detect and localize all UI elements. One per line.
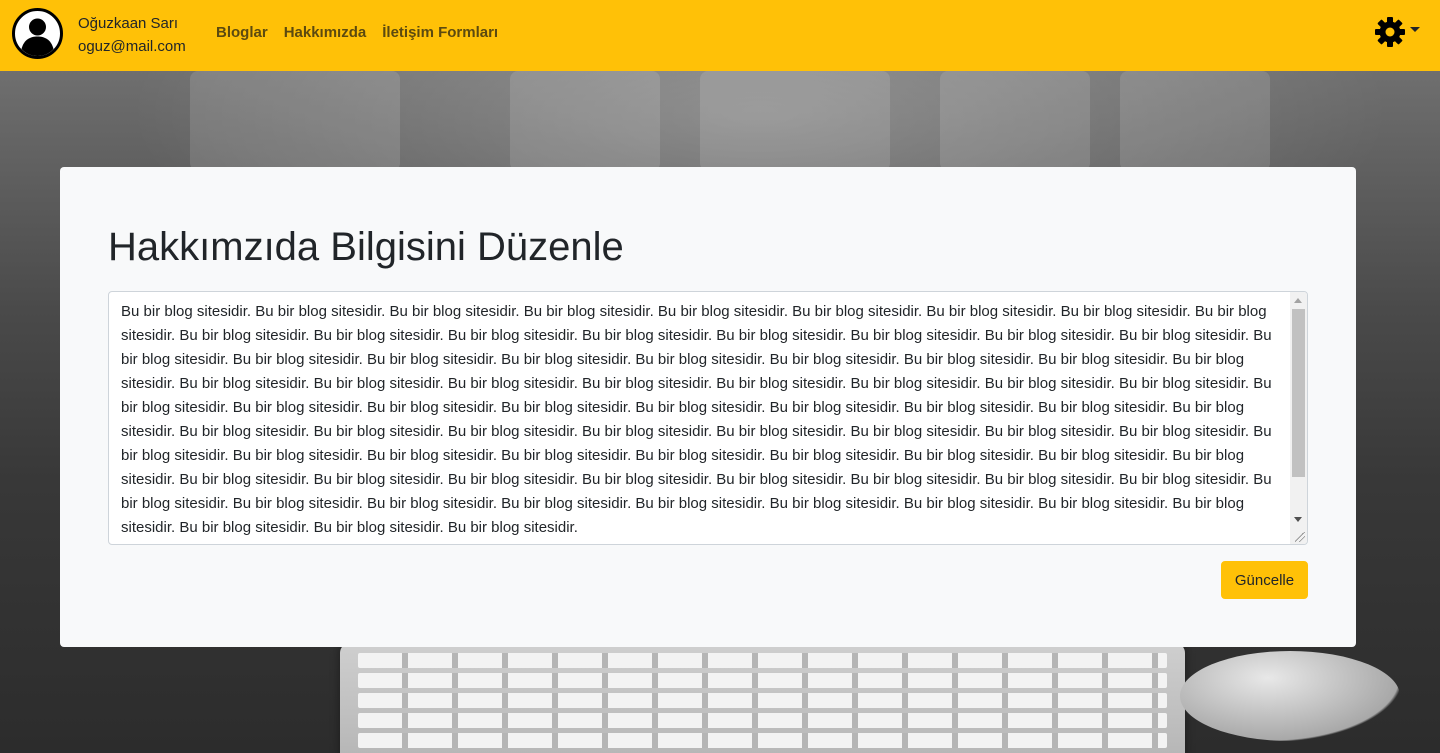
user-email: oguz@mail.com bbox=[78, 38, 186, 55]
user-circle-icon bbox=[12, 8, 63, 59]
user-name: Oğuzkaan Sarı bbox=[78, 15, 179, 32]
page-title: Hakkımzıda Bilgisini Düzenle bbox=[108, 225, 624, 269]
about-textarea-wrapper: Bu bir blog sitesidir. Bu bir blog sites… bbox=[108, 291, 1308, 545]
resize-grip-icon[interactable] bbox=[1295, 532, 1305, 542]
nav-link-iletisim-formlari[interactable]: İletişim Formları bbox=[382, 24, 498, 41]
user-avatar-icon[interactable] bbox=[12, 8, 63, 59]
nav-links: Bloglar Hakkımızda İletişim Formları bbox=[216, 24, 498, 41]
edit-about-card: Hakkımzıda Bilgisini Düzenle Bu bir blog… bbox=[60, 167, 1356, 647]
scrollbar-thumb[interactable] bbox=[1292, 309, 1305, 477]
about-textarea[interactable]: Bu bir blog sitesidir. Bu bir blog sites… bbox=[109, 292, 1291, 544]
top-navbar: Oğuzkaan Sarı oguz@mail.com Bloglar Hakk… bbox=[0, 0, 1440, 71]
mouse-illustration bbox=[1180, 651, 1400, 741]
user-info: Oğuzkaan Sarı oguz@mail.com bbox=[78, 12, 186, 58]
nav-link-bloglar[interactable]: Bloglar bbox=[216, 24, 268, 41]
nav-link-hakkimizda[interactable]: Hakkımızda bbox=[284, 24, 367, 41]
textarea-scrollbar[interactable] bbox=[1290, 292, 1307, 544]
update-button[interactable]: Güncelle bbox=[1221, 561, 1308, 599]
chevron-down-icon bbox=[1410, 26, 1420, 32]
scroll-down-icon[interactable] bbox=[1294, 517, 1302, 522]
keyboard-illustration bbox=[340, 643, 1185, 753]
settings-dropdown-toggle[interactable] bbox=[1374, 16, 1420, 48]
scroll-up-icon[interactable] bbox=[1294, 298, 1302, 303]
gear-icon bbox=[1375, 17, 1405, 47]
